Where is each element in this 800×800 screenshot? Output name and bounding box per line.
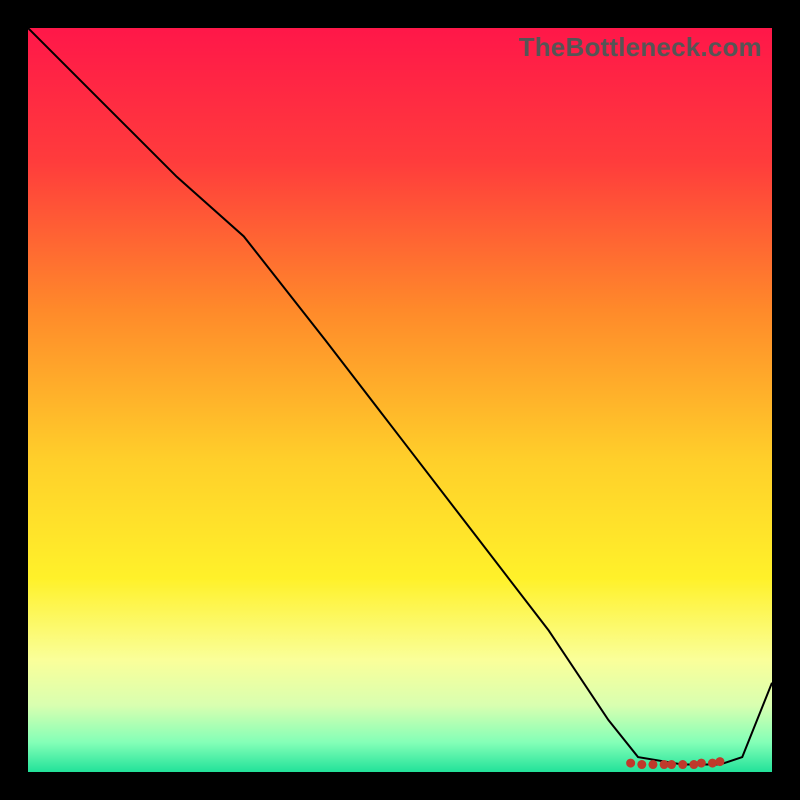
marker-dot [689,760,698,769]
marker-dot [648,760,657,769]
chart-frame: TheBottleneck.com [0,0,800,800]
chart-svg [28,28,772,772]
marker-dot [715,757,724,766]
marker-dot [697,759,706,768]
marker-dot [667,760,676,769]
marker-dot [637,760,646,769]
marker-dot [678,760,687,769]
plot-area: TheBottleneck.com [28,28,772,772]
watermark-text: TheBottleneck.com [519,32,762,63]
marker-dot [626,759,635,768]
marker-dot [708,759,717,768]
